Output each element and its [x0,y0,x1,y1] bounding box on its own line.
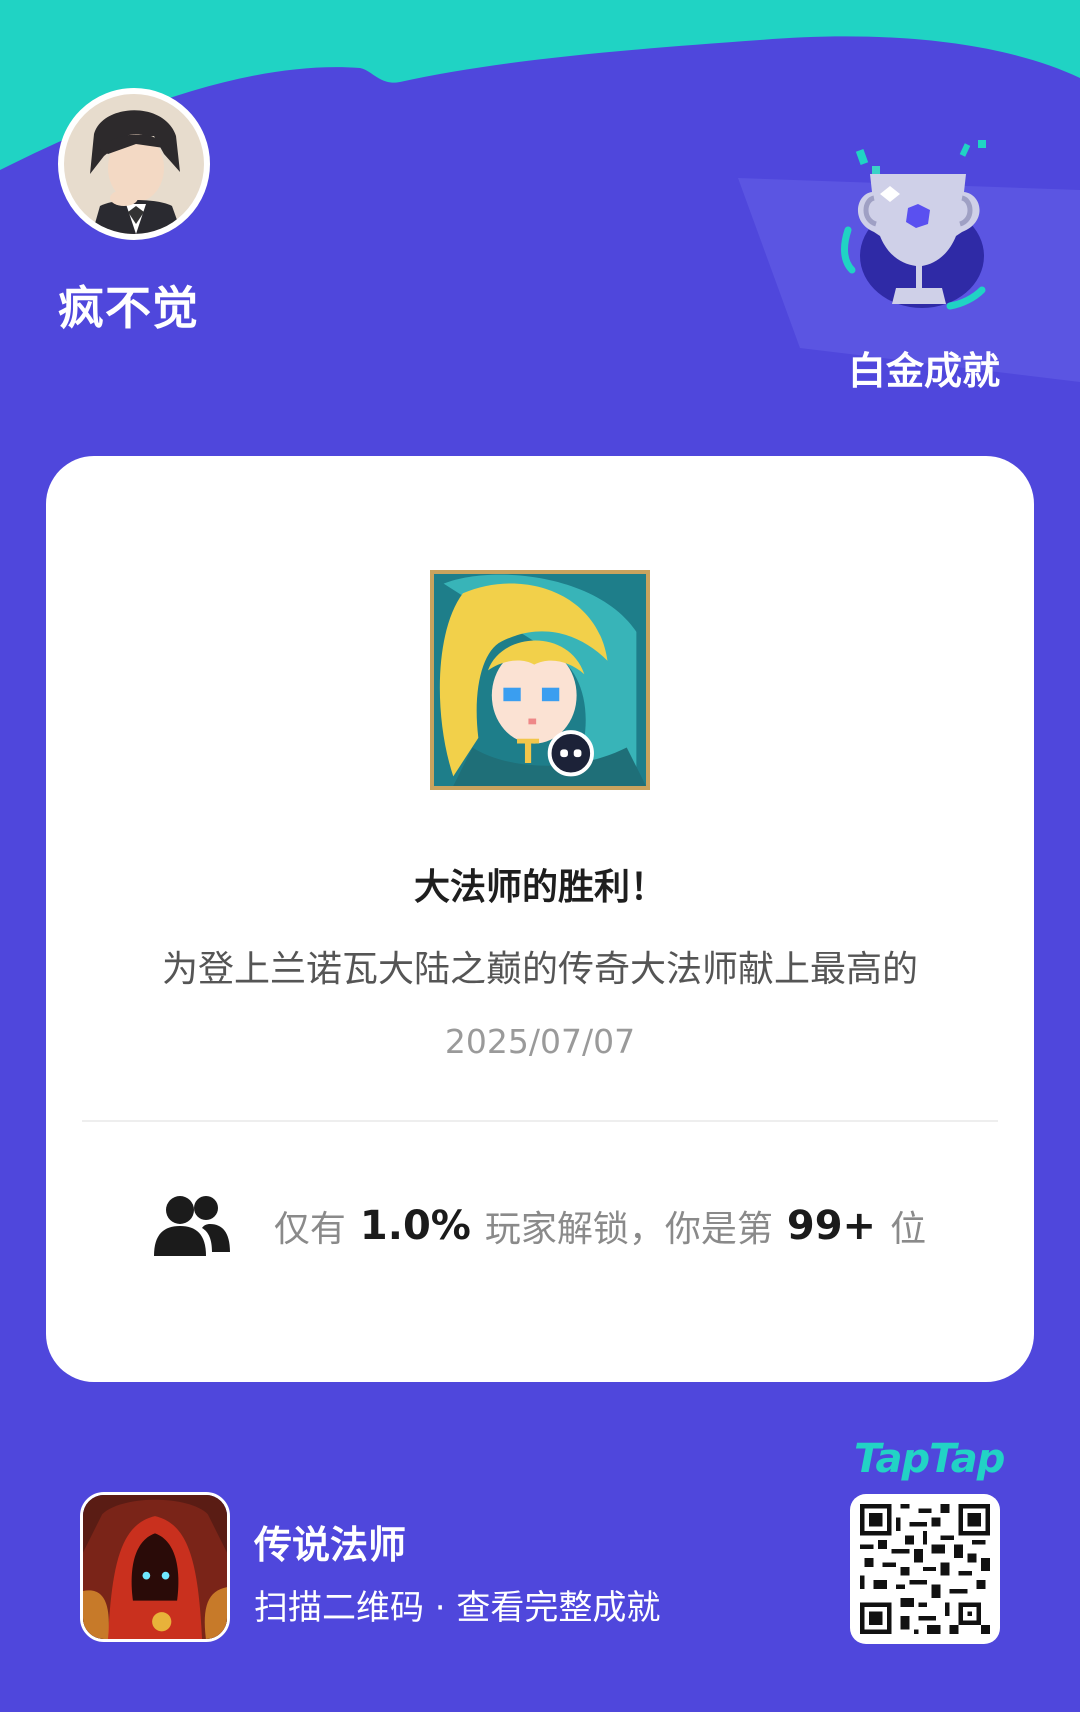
taptap-logo: TapTap [854,1436,1005,1482]
game-icon[interactable] [80,1492,230,1642]
avatar-image [64,94,204,234]
achievement-icon: T [434,574,646,786]
unlock-stats: 仅有 1.0% 玩家解锁，你是第 99+ 位 [46,1186,1034,1266]
qr-code[interactable] [850,1494,1000,1644]
trophy-icon [841,140,986,310]
achievement-image: T [430,570,650,790]
achievement-description: 为登上兰诺瓦大陆之巅的传奇大法师献上最高的 [161,949,918,990]
scan-hint: 扫描二维码 · 查看完整成就 [254,1588,661,1628]
achievement-date: 2025/07/07 [444,1022,636,1061]
stats-suffix: 位 [890,1209,927,1250]
svg-text:T: T [517,733,540,771]
user-avatar[interactable] [58,88,210,240]
unlock-percent: 1.0% [359,1203,471,1249]
achievement-title: 大法师的胜利！ [413,867,666,908]
achievement-card: T 大法师的胜利！ 为登上兰诺瓦大陆之巅的传奇大法师献上最高的 2025/07/… [46,456,1034,1382]
stats-middle: 玩家解锁，你是第 [484,1209,773,1250]
people-icon [153,1196,230,1256]
qr-code-image [860,1504,990,1634]
username: 疯不觉 [58,281,199,335]
badge-tier-label: 白金成就 [847,349,1000,393]
card-divider [82,1120,998,1122]
player-rank: 99+ [786,1203,877,1249]
stats-prefix: 仅有 [273,1209,346,1250]
game-name: 传说法师 [254,1523,407,1567]
game-icon-image [83,1495,227,1639]
